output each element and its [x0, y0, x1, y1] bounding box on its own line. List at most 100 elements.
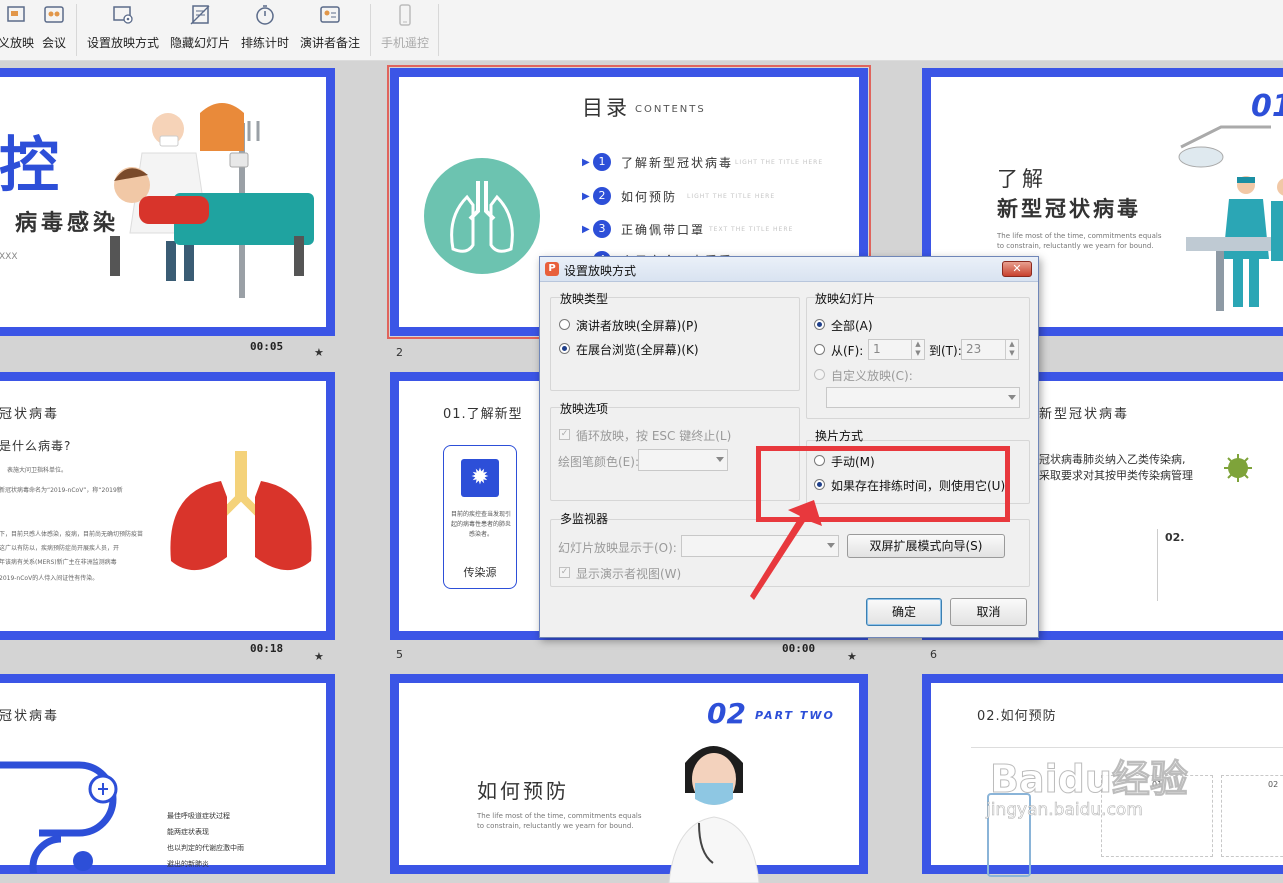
custom-show-radio[interactable] — [814, 369, 825, 380]
radio-label[interactable]: 全部(A) — [831, 317, 873, 334]
spinner-value: 23 — [966, 342, 982, 356]
bullet-item: 也以判定的代谢应激中雨 — [167, 844, 244, 852]
spinner-value: 1 — [873, 342, 881, 356]
slide-title-en: CONTENTS — [635, 104, 706, 115]
setup-show-button[interactable]: 设置放映方式 — [86, 2, 160, 54]
custom-show-icon — [7, 6, 25, 22]
slide-subtitle: 是什么病毒? — [0, 439, 72, 453]
ok-button[interactable]: 确定 — [866, 598, 942, 626]
meeting-button[interactable]: 会议 — [40, 2, 68, 54]
radio-label: 自定义放映(C): — [831, 369, 913, 383]
toc-item-label: 了解新型冠状病毒 — [621, 156, 734, 170]
slide-title: 02.如何预防 — [977, 709, 1057, 724]
slide-title: 冠状病毒 — [0, 709, 60, 724]
slide-timing: 00:05 — [250, 340, 284, 353]
radio-label[interactable]: 从(F): — [831, 342, 863, 359]
slide-heading-line1: 冠状病毒肺炎纳入乙类传染病, — [1039, 453, 1186, 466]
loop-checkbox[interactable]: ✓ — [559, 429, 570, 440]
hide-slide-icon — [190, 5, 210, 25]
slide-title-line2: 新型冠状病毒 — [997, 197, 1141, 221]
surgeons-illustration — [1178, 125, 1283, 311]
toc-number: 3 — [593, 220, 611, 238]
radio-label[interactable]: 在展台浏览(全屏幕)(K) — [576, 341, 699, 358]
card-text: 目前的疾控查当发现引起的病毒性患者的肺炎感染者。 — [450, 511, 511, 538]
slide-thumbnail-4[interactable]: 冠状病毒 是什么病毒? 表施大问卫指科单位。 新冠状病毒命名为“2019-nCo… — [0, 372, 335, 640]
slide-heading-line2: 采取要求对其按甲类传染病管理 — [1039, 469, 1193, 482]
spinner-arrows-icon[interactable]: ▲ ▼ — [911, 340, 924, 359]
slide-title: 如何预防 — [477, 779, 569, 803]
hide-slide-button[interactable]: 隐藏幻灯片 — [169, 2, 231, 54]
toc-item-en: TEXT THE TITLE HERE — [709, 226, 794, 233]
display-on-label: 幻灯片放映显示于(O): — [558, 541, 677, 555]
spinner-arrows-icon[interactable]: ▲ ▼ — [1005, 340, 1018, 359]
chevron-down-icon — [1008, 395, 1016, 400]
to-slide-spinner[interactable]: 23 ▲ ▼ — [961, 339, 1019, 360]
ribbon-toolbar: 义放映 会议 设置放映方式 隐藏幻灯片 排练计时 演讲者备注 手机遥控 — [0, 0, 1283, 61]
slide-thumbnail-1[interactable]: 控 病毒感染 XXX — [0, 68, 335, 336]
slide-description: The life most of the time, commitments e… — [997, 232, 1162, 250]
dialog-title: 设置放映方式 — [564, 264, 637, 278]
patient-nurse-illustration — [110, 103, 314, 298]
pen-color-select[interactable] — [638, 449, 728, 471]
slide-subtitle: XXX — [0, 252, 18, 262]
slide-body-line: 表施大问卫指科单位。 — [7, 467, 68, 474]
toc-arrow-icon: ▶ — [582, 191, 590, 202]
custom-show-select[interactable] — [826, 387, 1020, 408]
speaker-notes-button[interactable]: 演讲者备注 — [299, 2, 361, 54]
from-slide-radio[interactable] — [814, 344, 825, 355]
kiosk-mode-radio[interactable] — [559, 343, 570, 354]
transition-star-icon[interactable]: ★ — [314, 346, 324, 359]
transition-star-icon[interactable]: ★ — [847, 650, 857, 663]
bullet-item: 避出的新肺炎 — [167, 860, 209, 868]
chevron-down-icon — [716, 457, 724, 462]
toolbar-divider — [438, 4, 439, 56]
slide-body-line: 这广以有防以，疾病预防症尚开展疾人员，开 — [0, 545, 120, 552]
toc-item-label: 正确佩带口罩 — [621, 223, 706, 237]
watermark-url: jingyan.baidu.com — [986, 800, 1143, 821]
speaker-notes-icon — [320, 6, 340, 23]
annotation-arrow-icon — [750, 500, 822, 600]
toolbar-label: 义放映 — [0, 36, 35, 50]
toc-item-en: LIGHT THE TITLE HERE — [687, 193, 776, 200]
toc-item-label: 如何预防 — [621, 190, 678, 204]
checkbox-label: 显示演示者视图(W) — [576, 567, 682, 581]
rehearse-timer-icon — [256, 5, 274, 25]
bullet-item: 能两症状表现 — [167, 828, 209, 836]
all-slides-radio[interactable] — [814, 319, 825, 330]
toolbar-divider — [370, 4, 371, 56]
toolbar-label: 排练计时 — [240, 36, 289, 50]
presenter-view-checkbox[interactable]: ✓ — [559, 567, 570, 578]
phone-remote-button[interactable]: 手机遥控 — [380, 2, 430, 54]
column-number: 02 — [1268, 780, 1279, 789]
transition-star-icon[interactable]: ★ — [314, 650, 324, 663]
watermark-logo: Baidu经验 — [990, 757, 1189, 802]
dialog-title-bar[interactable]: P 设置放映方式 ✕ — [540, 257, 1038, 282]
to-label: 到(T): — [929, 344, 962, 358]
from-slide-spinner[interactable]: 1 ▲ ▼ — [868, 339, 925, 360]
group-label: 放映选项 — [560, 402, 609, 416]
toc-item-en: LIGHT THE TITLE HERE — [735, 159, 824, 166]
card-label: 传染源 — [463, 566, 497, 579]
slide-thumbnail-7[interactable]: 冠状病毒 最佳呼吸道症状过程 能两症状表现 也以判定的代谢应激中雨 避出的新肺炎 — [0, 674, 335, 874]
toolbar-divider — [76, 4, 77, 56]
radio-label[interactable]: 演讲者放映(全屏幕)(P) — [576, 317, 698, 334]
toc-number: 1 — [593, 153, 611, 171]
info-card: ✹ 目前的疾控查当发现引起的病毒性患者的肺炎感染者。 传染源 — [443, 445, 517, 589]
group-label: 放映幻灯片 — [815, 292, 876, 306]
part-number: 02 — [707, 697, 746, 730]
section-number: 02. — [1165, 531, 1185, 544]
toolbar-label: 隐藏幻灯片 — [169, 36, 230, 50]
nurse-mask-illustration — [668, 746, 760, 883]
slide-number: 6 — [930, 648, 937, 661]
slide-timing: 00:18 — [250, 642, 284, 655]
close-icon[interactable]: ✕ — [1002, 261, 1032, 277]
rehearse-timing-button[interactable]: 排练计时 — [240, 2, 290, 54]
presenter-mode-radio[interactable] — [559, 319, 570, 330]
slide-thumbnail-8[interactable]: 02 PART TWO 如何预防 The life most of the ti… — [390, 674, 868, 883]
bullet-item: 最佳呼吸道症状过程 — [167, 812, 230, 820]
dual-screen-wizard-button[interactable]: 双屏扩展模式向导(S) — [847, 534, 1005, 558]
toc-arrow-icon: ▶ — [582, 224, 590, 235]
cancel-button[interactable]: 取消 — [950, 598, 1027, 626]
slide-body-line: 年该病有关系(MERS)新广主在非洲监测病毒 — [0, 559, 117, 566]
custom-show-button[interactable]: 义放映 — [0, 2, 34, 54]
